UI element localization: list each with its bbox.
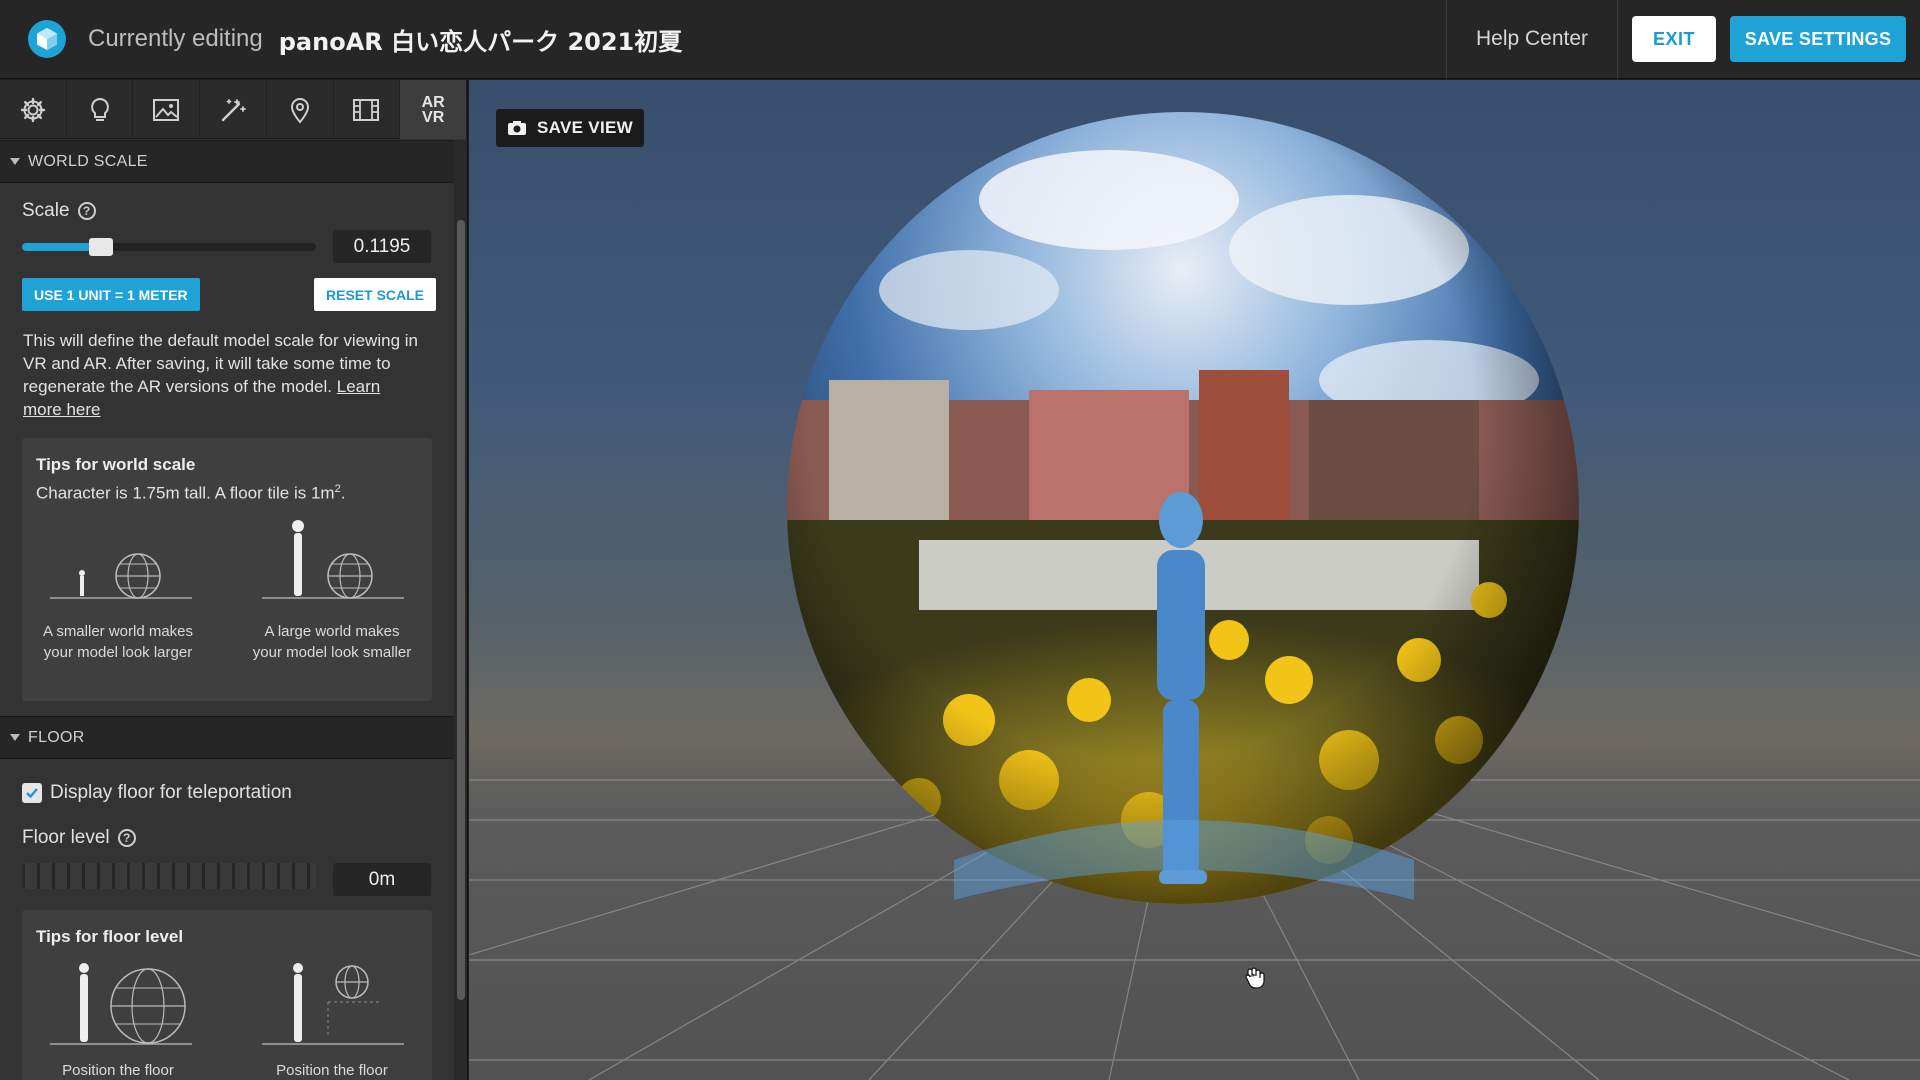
use-1-unit-button[interactable]: USE 1 UNIT = 1 METER: [22, 278, 200, 311]
large-world-illustration: [262, 520, 404, 599]
tab-animation[interactable]: [334, 80, 401, 139]
tips-subtitle: Character is 1.75m tall. A floor tile is…: [36, 483, 346, 503]
gear-icon: [20, 97, 46, 122]
floor-position-illustration-right: [262, 963, 404, 1045]
small-world-caption: A smaller world makes your model look la…: [42, 623, 194, 661]
world-scale-tips-card: Tips for world scale Character is 1.75m …: [22, 438, 432, 701]
world-scale-description: This will define the default model scale…: [23, 331, 418, 419]
currently-editing-label: Currently editing: [88, 25, 263, 52]
reset-scale-button[interactable]: RESET SCALE: [314, 278, 437, 311]
floor-level-label: Floor level: [22, 827, 110, 848]
help-icon[interactable]: ?: [77, 202, 96, 220]
app-logo-icon[interactable]: [28, 20, 66, 58]
tips-title: Tips for world scale: [36, 455, 196, 474]
magic-wand-icon: [221, 98, 246, 121]
floor-level-tips-card: Tips for floor level Position the floor: [22, 910, 432, 1080]
3d-viewport[interactable]: SAVE VIEW: [469, 80, 1920, 1080]
scale-label-row: Scale ?: [22, 200, 96, 222]
display-floor-row[interactable]: Display floor for teleportation: [22, 782, 292, 804]
tab-lighting[interactable]: [67, 80, 134, 139]
tab-background[interactable]: [133, 80, 201, 139]
scale-label: Scale: [22, 200, 70, 221]
floor-section: FLOOR Display floor for teleportation Fl…: [0, 716, 454, 1080]
project-title: panoAR 白い恋人パーク 2021初夏: [278, 27, 683, 56]
settings-sidebar: AR VR WORLD SCALE Scale ? 0.1195 USE 1 U…: [0, 80, 468, 1080]
scale-slider[interactable]: [22, 238, 316, 256]
camera-icon: [508, 121, 527, 135]
floor-caption-left: Position the floor: [62, 1062, 174, 1079]
ar-vr-icon: AR VR: [421, 93, 445, 126]
sidebar-scroll-thumb[interactable]: [457, 220, 465, 1000]
save-view-button[interactable]: SAVE VIEW: [496, 109, 644, 147]
settings-tabbar: AR VR: [0, 80, 467, 139]
floor-header[interactable]: FLOOR: [0, 716, 454, 759]
tab-general[interactable]: [0, 80, 67, 139]
world-scale-section: WORLD SCALE Scale ? 0.1195 USE 1 UNIT = …: [0, 140, 454, 701]
tab-effects[interactable]: [200, 80, 267, 139]
film-icon: [353, 98, 380, 121]
image-icon: [153, 98, 180, 121]
sidebar-scrollbar[interactable]: [454, 140, 467, 1080]
help-icon[interactable]: ?: [117, 829, 136, 847]
lightbulb-icon: [90, 97, 109, 121]
checkmark-icon: [26, 788, 38, 799]
large-world-caption: A large world makes your model look smal…: [252, 623, 412, 661]
collapse-caret-icon: [10, 158, 20, 165]
floor-level-slider[interactable]: [22, 863, 316, 889]
help-center-link[interactable]: Help Center: [1446, 0, 1618, 79]
map-pin-icon: [290, 97, 309, 124]
floor-position-illustration-left: [50, 963, 192, 1045]
collapse-caret-icon: [10, 734, 20, 741]
top-bar: Currently editing panoAR 白い恋人パーク 2021初夏 …: [0, 0, 1920, 79]
scale-value-field[interactable]: 0.1195: [333, 230, 431, 263]
exit-button[interactable]: EXIT: [1632, 16, 1716, 62]
small-world-illustration: [50, 553, 192, 599]
display-floor-checkbox[interactable]: [22, 783, 42, 803]
world-scale-header[interactable]: WORLD SCALE: [0, 140, 454, 183]
tips-title: Tips for floor level: [36, 927, 184, 946]
floor-level-value-field[interactable]: 0m: [333, 863, 431, 896]
tab-annotations[interactable]: [267, 80, 334, 139]
save-settings-button[interactable]: SAVE SETTINGS: [1730, 16, 1906, 62]
floor-grid: [469, 112, 1920, 1080]
display-floor-label: Display floor for teleportation: [50, 782, 292, 803]
tab-ar-vr[interactable]: AR VR: [400, 80, 467, 139]
floor-level-label-row: Floor level ?: [22, 827, 136, 849]
scale-slider-thumb[interactable]: [89, 238, 114, 256]
floor-caption-right: Position the floor: [276, 1062, 388, 1079]
